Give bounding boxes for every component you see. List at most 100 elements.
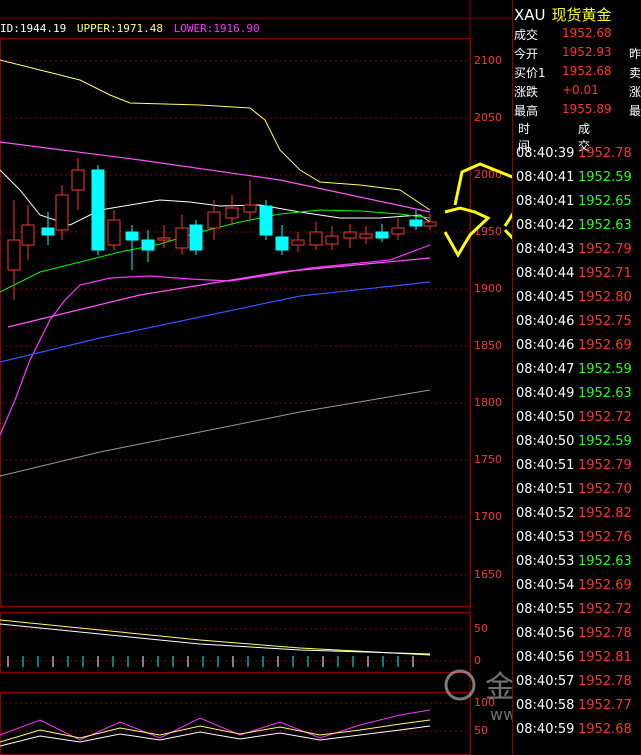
trade-time: 08:40:46 — [516, 338, 575, 353]
trade-price: 1952.59 — [578, 434, 632, 449]
y-tick-sub1-50: 50 — [474, 622, 488, 635]
sub2-magenta-line — [0, 709, 431, 741]
y-tick-sub1-0: 0 — [474, 654, 481, 667]
candle-body — [291, 239, 305, 246]
candle-body — [55, 194, 69, 231]
trade-time: 08:40:43 — [516, 242, 575, 257]
upper-value: UPPER:1971.48 — [76, 22, 163, 35]
trade-price: 1952.63 — [578, 554, 632, 569]
quote-sub-label: 最 — [629, 104, 641, 118]
trade-time: 08:40:49 — [516, 386, 575, 401]
quote-value: +0.01 — [562, 83, 599, 97]
trade-price: 1952.82 — [578, 506, 632, 521]
quote-value: 1952.68 — [562, 26, 612, 40]
candle-body — [409, 219, 423, 227]
candle-body — [325, 235, 339, 245]
trade-time: 08:40:53 — [516, 530, 575, 545]
y-tick-sub2-50: 50 — [474, 724, 488, 737]
trade-price: 1952.78 — [578, 146, 632, 161]
trade-time: 08:40:58 — [516, 698, 575, 713]
quote-value: 1952.68 — [562, 64, 612, 78]
trade-price: 1952.76 — [578, 530, 632, 545]
trade-time: 08:40:54 — [516, 578, 575, 593]
mid-value: ID:1944.19 — [0, 22, 67, 35]
y-tick-2100: 2100 — [474, 54, 502, 67]
trade-price: 1952.69 — [578, 338, 632, 353]
candle-body — [275, 236, 289, 251]
y-tick-1900: 1900 — [474, 282, 502, 295]
candle-body — [189, 224, 203, 251]
candle-body — [107, 219, 121, 246]
candle-body — [225, 207, 239, 219]
trade-price: 1952.72 — [578, 602, 632, 617]
candle-body — [391, 227, 405, 235]
trade-price: 1952.75 — [578, 314, 632, 329]
trade-price: 1952.79 — [578, 242, 632, 257]
candle-body — [243, 204, 257, 213]
trade-time: 08:40:45 — [516, 290, 575, 305]
candle-body — [41, 227, 55, 236]
candle-body — [7, 239, 21, 271]
indicator-info: ID:1944.19 UPPER:1971.48 LOWER:1916.90 — [0, 22, 260, 35]
candle-body — [259, 205, 273, 236]
symbol: XAU — [514, 6, 546, 24]
trade-time: 08:40:56 — [516, 650, 575, 665]
trade-price: 1952.68 — [578, 722, 632, 737]
y-tick-2050: 2050 — [474, 111, 502, 124]
quote-title: XAU 现货黄金 — [514, 4, 612, 25]
trade-price: 1952.78 — [578, 626, 632, 641]
y-tick-1800: 1800 — [474, 396, 502, 409]
trade-price: 1952.72 — [578, 410, 632, 425]
trade-price: 1952.81 — [578, 650, 632, 665]
chart-gridlines — [0, 60, 470, 732]
candle-body — [91, 169, 105, 251]
trade-price: 1952.63 — [578, 218, 632, 233]
trade-time: 08:40:53 — [516, 554, 575, 569]
trade-price: 1952.59 — [578, 170, 632, 185]
trade-price: 1952.63 — [578, 386, 632, 401]
trade-time: 08:40:42 — [516, 218, 575, 233]
trade-time: 08:40:41 — [516, 194, 575, 209]
quote-value: 1955.89 — [562, 102, 612, 116]
quote-label: 买价1 — [514, 66, 546, 80]
lower-value: LOWER:1916.90 — [173, 22, 260, 35]
trade-time: 08:40:50 — [516, 410, 575, 425]
y-axis-sub1: 50 0 — [474, 622, 488, 667]
trade-price: 1952.65 — [578, 194, 632, 209]
candle-body — [21, 224, 35, 246]
trade-time: 08:40:56 — [516, 626, 575, 641]
trade-time: 08:40:44 — [516, 266, 575, 281]
trade-time: 08:40:52 — [516, 506, 575, 521]
y-axis-main: 2100 2050 2000 1950 1900 1850 1800 1750 … — [474, 54, 502, 581]
trade-price: 1952.59 — [578, 362, 632, 377]
quote-sub-label: 涨 — [629, 85, 641, 99]
trade-price: 1952.79 — [578, 458, 632, 473]
sub-indicator-1 — [0, 619, 431, 667]
trade-time: 08:40:55 — [516, 602, 575, 617]
quote-label: 成交 — [514, 28, 539, 42]
y-tick-1850: 1850 — [474, 339, 502, 352]
trade-price: 1952.78 — [578, 674, 632, 689]
instrument-name: 现货黄金 — [551, 6, 612, 24]
candle-body — [141, 239, 155, 251]
quote-label: 今开 — [514, 47, 539, 61]
candle-body — [359, 233, 373, 239]
candlesticks — [7, 158, 437, 300]
candle-body — [157, 237, 171, 241]
trade-time: 08:40:59 — [516, 722, 575, 737]
candle-body — [343, 231, 357, 239]
sub1-yellow-line — [0, 619, 431, 656]
trade-time: 08:40:57 — [516, 674, 575, 689]
trade-price: 1952.80 — [578, 290, 632, 305]
trade-time: 08:40:51 — [516, 482, 575, 497]
trade-time: 08:40:46 — [516, 314, 575, 329]
trade-time: 08:40:51 — [516, 458, 575, 473]
candle-body — [71, 169, 85, 191]
upper-band-line — [0, 59, 431, 211]
candle-body — [375, 231, 389, 239]
candle-body — [423, 221, 437, 227]
y-tick-1650: 1650 — [474, 568, 502, 581]
quote-label: 涨跌 — [514, 85, 539, 99]
trade-price: 1952.77 — [578, 698, 632, 713]
lower-band-line — [0, 244, 431, 436]
